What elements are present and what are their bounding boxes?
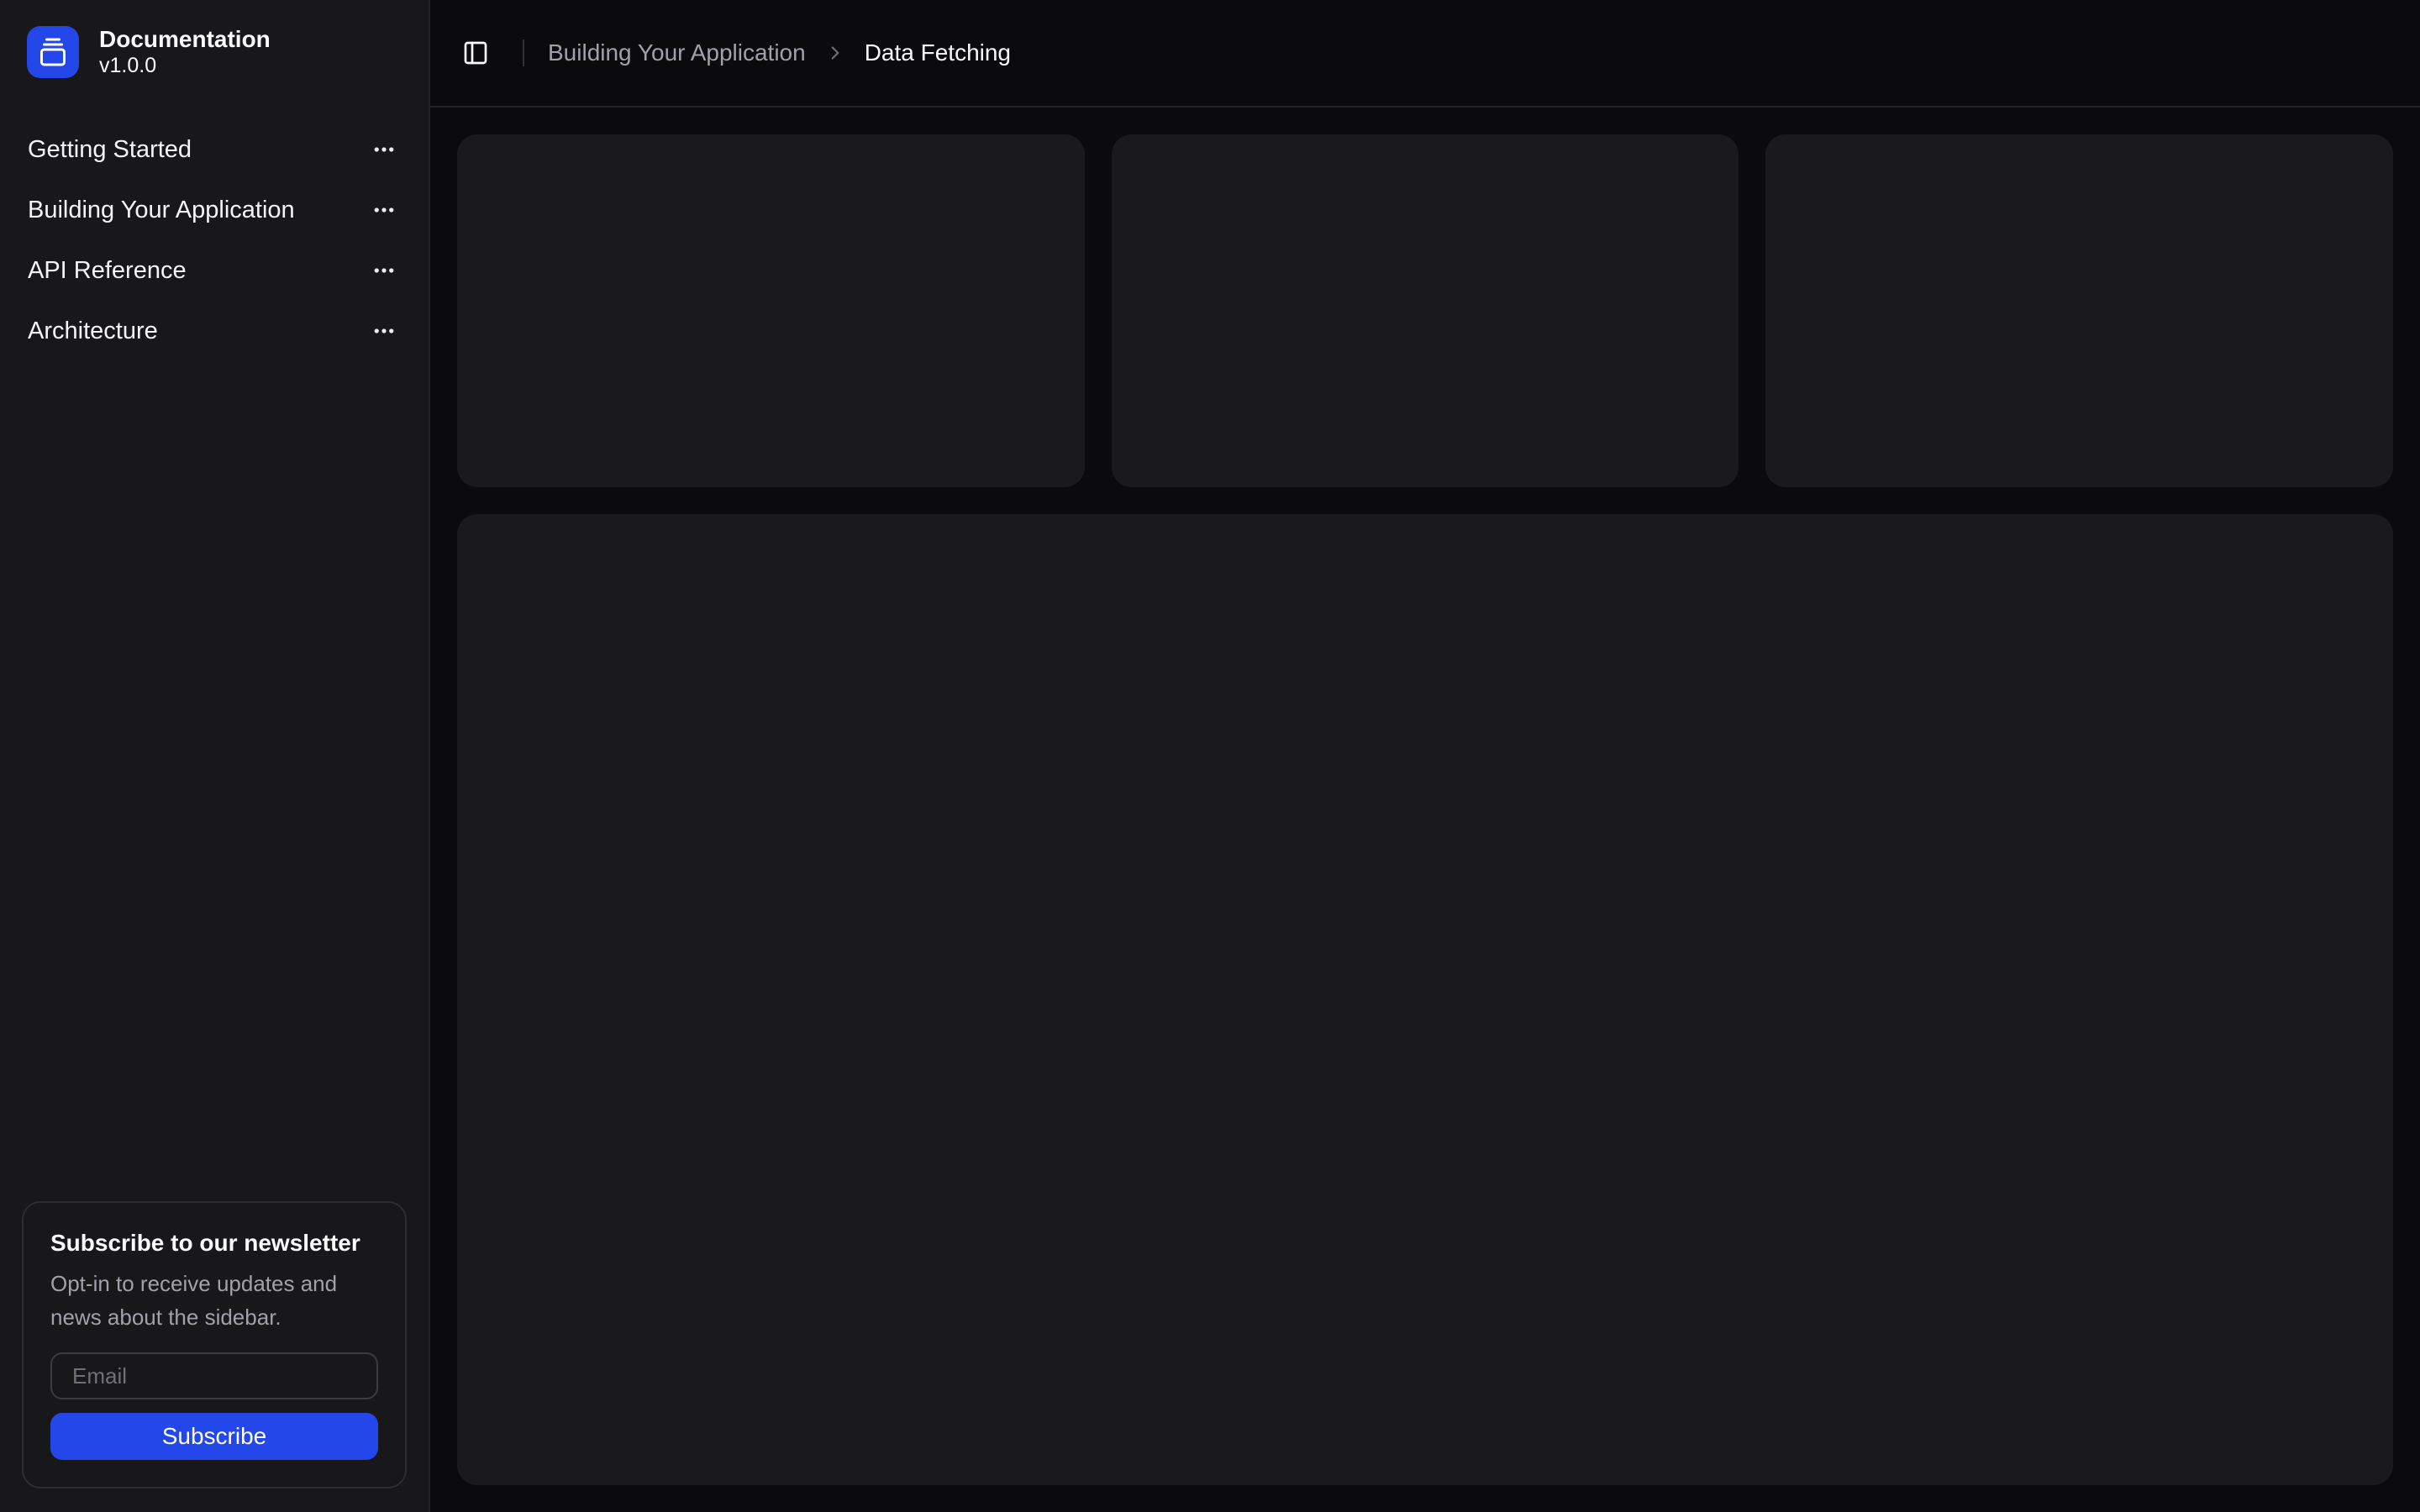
newsletter-description: Opt-in to receive updates and news about… [50,1271,338,1330]
sidebar-item-building-your-application[interactable]: Building Your Application [14,183,414,237]
chevron-right-icon [824,42,846,64]
sidebar-item-label: Getting Started [28,135,192,163]
ellipsis-icon[interactable] [367,254,401,287]
sidebar-toggle-button[interactable] [452,29,499,76]
sidebar-item-label: API Reference [28,256,187,284]
header-separator [523,39,524,66]
main-header: Building Your Application Data Fetching [430,0,2420,108]
sidebar-header: Documentation v1.0.0 [0,0,429,79]
skeleton-card-large [457,514,2393,1485]
skeleton-card [1765,134,2393,487]
sidebar-item-getting-started[interactable]: Getting Started [14,123,414,176]
breadcrumb-parent-link[interactable]: Building Your Application [548,39,806,66]
app-version: v1.0.0 [99,54,157,77]
app-logo-button[interactable]: Documentation v1.0.0 [27,25,402,79]
skeleton-card [1111,134,1739,487]
app-identity: Documentation v1.0.0 [99,25,271,79]
sidebar-footer: Subscribe to our newsletter Opt-in to re… [0,1201,429,1512]
sidebar-item-label: Architecture [28,317,158,344]
ellipsis-icon[interactable] [367,314,401,348]
newsletter-title: Subscribe to our newsletter [50,1230,360,1256]
app-root: Documentation v1.0.0 Getting Started Bui… [0,0,2420,1512]
skeleton-card [457,134,1085,487]
placeholder-card-grid [457,134,2393,487]
ellipsis-icon[interactable] [367,133,401,166]
breadcrumb-current-page: Data Fetching [864,39,1012,66]
app-title: Documentation [99,26,271,52]
breadcrumb: Building Your Application Data Fetching [548,39,1011,66]
ellipsis-icon[interactable] [367,193,401,227]
newsletter-card: Subscribe to our newsletter Opt-in to re… [22,1201,407,1488]
panel-left-icon [464,41,487,65]
sidebar-item-api-reference[interactable]: API Reference [14,244,414,297]
sidebar-menu: Getting Started Building Your Applicatio… [0,123,429,358]
sidebar-item-label: Building Your Application [28,196,295,223]
gallery-vertical-end-icon [27,26,79,78]
main-area: Building Your Application Data Fetching [430,0,2420,1512]
sidebar: Documentation v1.0.0 Getting Started Bui… [0,0,430,1512]
subscribe-button[interactable]: Subscribe [50,1413,378,1460]
sidebar-item-architecture[interactable]: Architecture [14,304,414,358]
email-input[interactable] [50,1352,378,1399]
page-content [430,108,2420,1512]
